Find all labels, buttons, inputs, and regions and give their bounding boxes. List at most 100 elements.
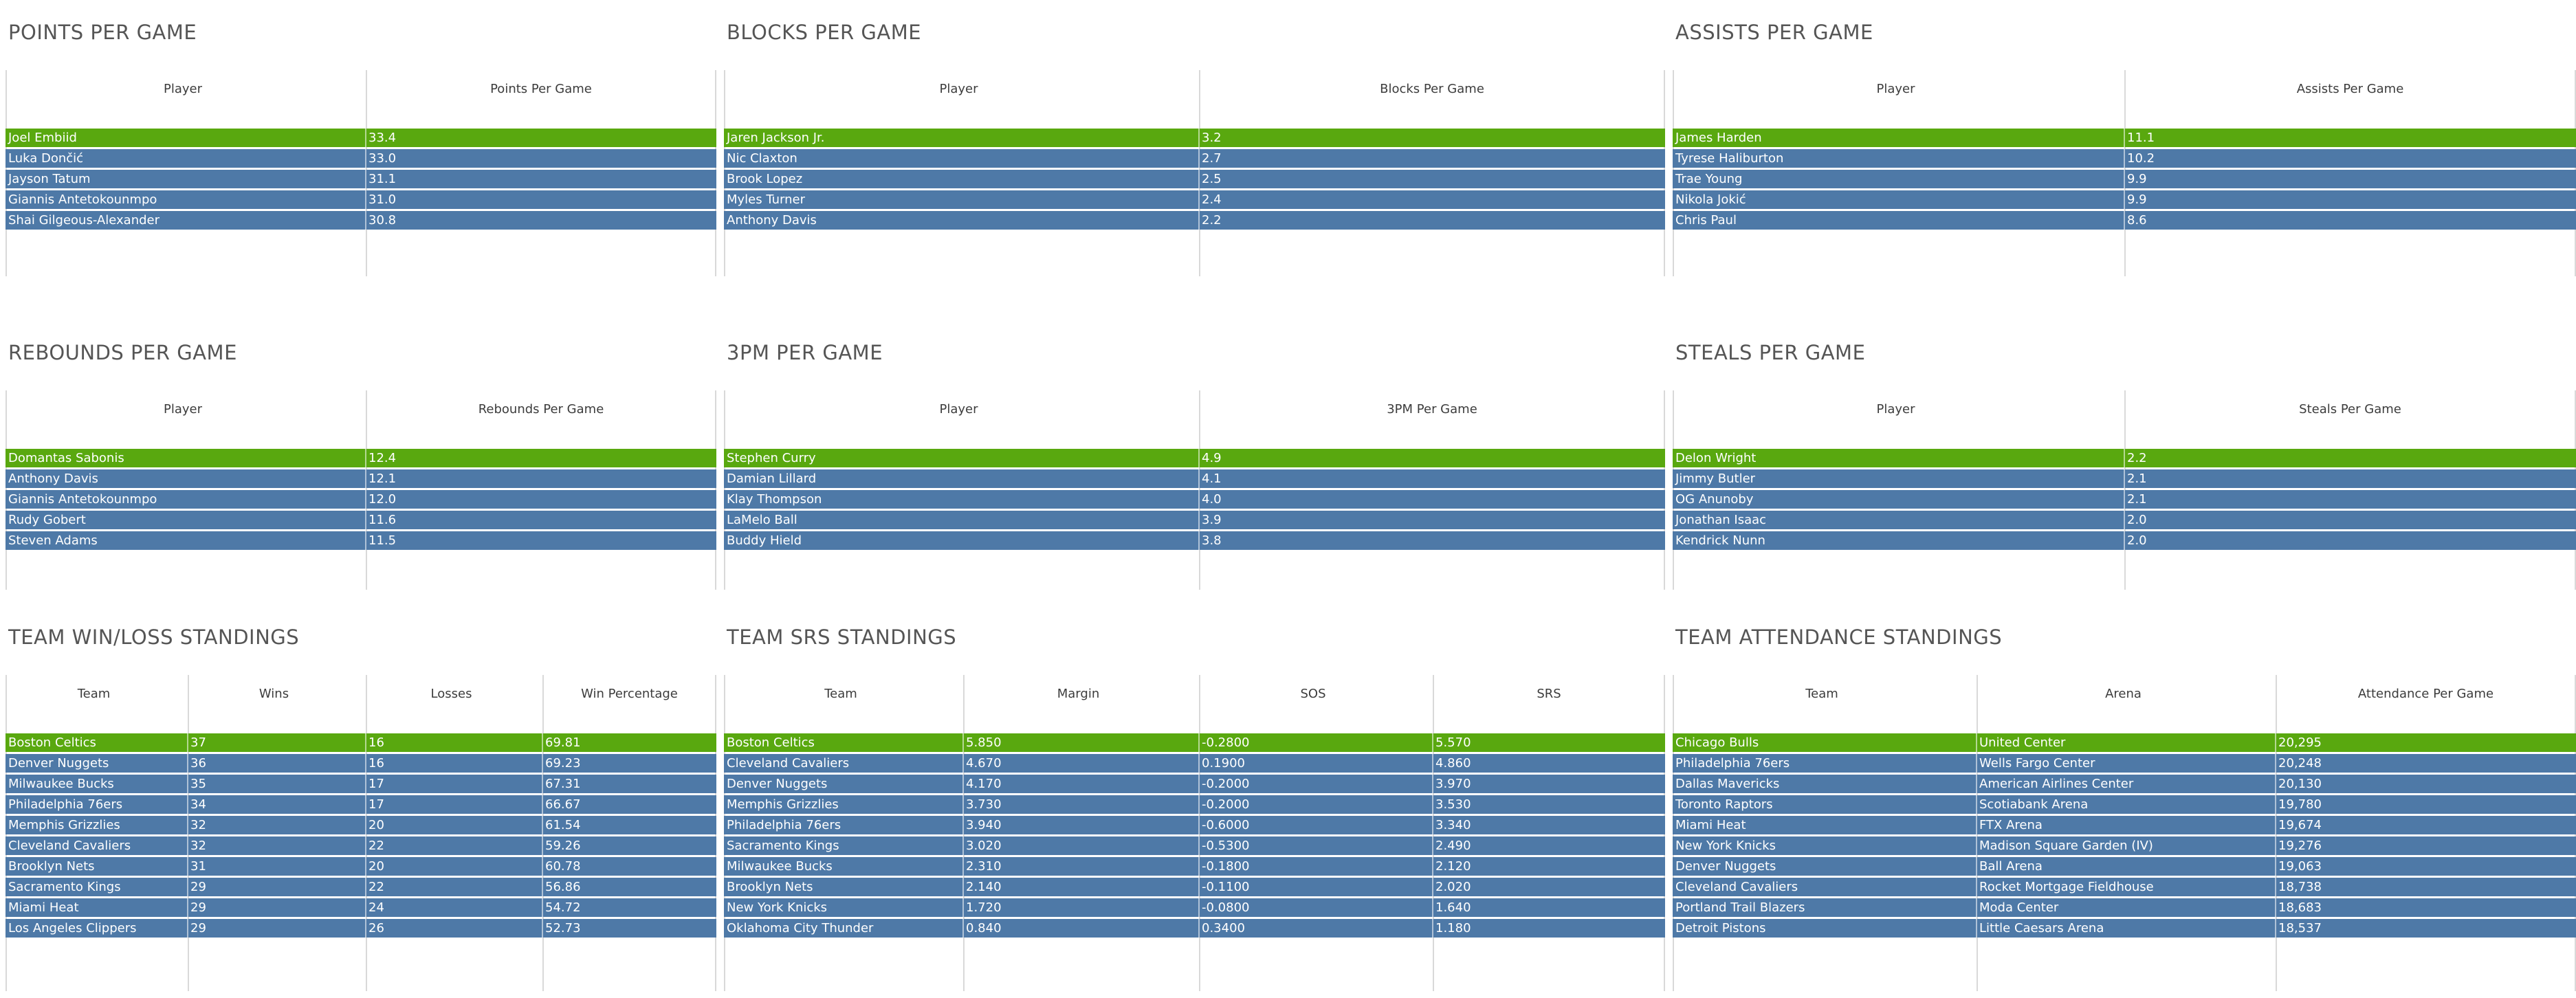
- table-row[interactable]: Buddy Hield 3.8: [724, 531, 1665, 550]
- cell-losses: 26: [368, 921, 384, 935]
- table-row[interactable]: Los Angeles Clippers 29 26 52.73: [5, 919, 716, 938]
- column-header-arena[interactable]: Arena: [1977, 685, 2270, 704]
- table-row-highlighted[interactable]: Joel Embiid 33.4: [5, 129, 716, 147]
- table-row[interactable]: Memphis Grizzlies 3.730 -0.2000 3.530: [724, 795, 1665, 814]
- table-row[interactable]: Klay Thompson 4.0: [724, 490, 1665, 509]
- table-row[interactable]: OG Anunoby 2.1: [1673, 490, 2576, 509]
- table-row[interactable]: Brooklyn Nets 2.140 -0.1100 2.020: [724, 878, 1665, 896]
- cell-separator: [1976, 919, 1977, 938]
- table-row[interactable]: Miami Heat FTX Arena 19,674: [1673, 816, 2576, 834]
- table-row[interactable]: Oklahoma City Thunder 0.840 0.3400 1.180: [724, 919, 1665, 938]
- table-row[interactable]: New York Knicks 1.720 -0.0800 1.640: [724, 898, 1665, 917]
- column-header-team[interactable]: Team: [724, 685, 958, 704]
- table-row-highlighted[interactable]: Jaren Jackson Jr. 3.2: [724, 129, 1665, 147]
- cell-player: Giannis Antetokounmpo: [8, 492, 157, 507]
- cell-losses: 22: [368, 839, 384, 853]
- column-header-sos[interactable]: SOS: [1199, 685, 1427, 704]
- table-row[interactable]: Milwaukee Bucks 2.310 -0.1800 2.120: [724, 857, 1665, 876]
- column-header-player[interactable]: Player: [1673, 80, 2119, 99]
- table-row-highlighted[interactable]: Stephen Curry 4.9: [724, 449, 1665, 467]
- column-header-3pm-per-game[interactable]: 3PM Per Game: [1199, 400, 1665, 419]
- cell-win-percentage: 60.78: [545, 859, 581, 874]
- table-row[interactable]: Chris Paul 8.6: [1673, 211, 2576, 230]
- cell-separator: [1976, 857, 1977, 876]
- table-row[interactable]: Damian Lillard 4.1: [724, 469, 1665, 488]
- cell-separator: [2124, 129, 2125, 147]
- column-header-blocks-per-game[interactable]: Blocks Per Game: [1199, 80, 1665, 99]
- column-header-player[interactable]: Player: [1673, 400, 2119, 419]
- cell-separator: [542, 898, 543, 917]
- column-header-rebounds-per-game[interactable]: Rebounds Per Game: [366, 400, 716, 419]
- table-row[interactable]: Shai Gilgeous-Alexander 30.8: [5, 211, 716, 230]
- table-row[interactable]: Dallas Mavericks American Airlines Center…: [1673, 775, 2576, 793]
- table-row[interactable]: LaMelo Ball 3.9: [724, 511, 1665, 529]
- table-row[interactable]: Nic Claxton 2.7: [724, 149, 1665, 168]
- table-row[interactable]: Anthony Davis 12.1: [5, 469, 716, 488]
- cell-arena: United Center: [1979, 735, 2066, 750]
- table-row[interactable]: Miami Heat 29 24 54.72: [5, 898, 716, 917]
- column-header-team[interactable]: Team: [1673, 685, 1971, 704]
- table-row[interactable]: Trae Young 9.9: [1673, 170, 2576, 188]
- table-row[interactable]: Cleveland Cavaliers Rocket Mortgage Field…: [1673, 878, 2576, 896]
- table-row[interactable]: Brook Lopez 2.5: [724, 170, 1665, 188]
- cell-separator: [1198, 857, 1200, 876]
- table-row-highlighted[interactable]: James Harden 11.1: [1673, 129, 2576, 147]
- column-header-win-percentage[interactable]: Win Percentage: [542, 685, 716, 704]
- cell-losses: 17: [368, 797, 384, 812]
- cell-win-percentage: 56.86: [545, 880, 581, 894]
- table-row[interactable]: Philadelphia 76ers 34 17 66.67: [5, 795, 716, 814]
- table-row[interactable]: Sacramento Kings 3.020 -0.5300 2.490: [724, 836, 1665, 855]
- cell-losses: 16: [368, 756, 384, 770]
- column-header-wins[interactable]: Wins: [188, 685, 360, 704]
- column-header-player[interactable]: Player: [724, 80, 1193, 99]
- table-row[interactable]: Jayson Tatum 31.1: [5, 170, 716, 188]
- table-row[interactable]: Memphis Grizzlies 32 20 61.54: [5, 816, 716, 834]
- column-header-player[interactable]: Player: [724, 400, 1193, 419]
- cell-win-percentage: 54.72: [545, 900, 581, 915]
- table-row[interactable]: Anthony Davis 2.2: [724, 211, 1665, 230]
- table-row[interactable]: Luka Dončić 33.0: [5, 149, 716, 168]
- column-header-player[interactable]: Player: [5, 400, 360, 419]
- column-header-losses[interactable]: Losses: [366, 685, 537, 704]
- table-row[interactable]: Jimmy Butler 2.1: [1673, 469, 2576, 488]
- column-header-points-per-game[interactable]: Points Per Game: [366, 80, 716, 99]
- column-header-assists-per-game[interactable]: Assists Per Game: [2124, 80, 2576, 99]
- table-row[interactable]: Jonathan Isaac 2.0: [1673, 511, 2576, 529]
- table-row[interactable]: Sacramento Kings 29 22 56.86: [5, 878, 716, 896]
- table-row[interactable]: Brooklyn Nets 31 20 60.78: [5, 857, 716, 876]
- cell-separator: [365, 211, 366, 230]
- table-row[interactable]: Portland Trail Blazers Moda Center 18,683: [1673, 898, 2576, 917]
- table-row[interactable]: Giannis Antetokounmpo 12.0: [5, 490, 716, 509]
- table-row-highlighted[interactable]: Delon Wright 2.2: [1673, 449, 2576, 467]
- table-row-highlighted[interactable]: Chicago Bulls United Center 20,295: [1673, 733, 2576, 752]
- column-header-margin[interactable]: Margin: [963, 685, 1193, 704]
- table-row[interactable]: New York Knicks Madison Square Garden (IV…: [1673, 836, 2576, 855]
- column-header-srs[interactable]: SRS: [1433, 685, 1665, 704]
- table-row[interactable]: Rudy Gobert 11.6: [5, 511, 716, 529]
- table-row-highlighted[interactable]: Boston Celtics 37 16 69.81: [5, 733, 716, 752]
- table-row[interactable]: Cleveland Cavaliers 4.670 0.1900 4.860: [724, 754, 1665, 773]
- table-row[interactable]: Denver Nuggets 36 16 69.23: [5, 754, 716, 773]
- table-row[interactable]: Detroit Pistons Little Caesars Arena 18,53…: [1673, 919, 2576, 938]
- column-header-attendance-per-game[interactable]: Attendance Per Game: [2276, 685, 2576, 704]
- table-row[interactable]: Philadelphia 76ers Wells Fargo Center 20,2…: [1673, 754, 2576, 773]
- panel-title: TEAM WIN/LOSS STANDINGS: [8, 625, 300, 649]
- table-row[interactable]: Tyrese Haliburton 10.2: [1673, 149, 2576, 168]
- table-row[interactable]: Milwaukee Bucks 35 17 67.31: [5, 775, 716, 793]
- table-row[interactable]: Denver Nuggets Ball Arena 19,063: [1673, 857, 2576, 876]
- table-row[interactable]: Nikola Jokić 9.9: [1673, 190, 2576, 209]
- column-header-player[interactable]: Player: [5, 80, 360, 99]
- table-row[interactable]: Giannis Antetokounmpo 31.0: [5, 190, 716, 209]
- table-row[interactable]: Toronto Raptors Scotiabank Arena 19,780: [1673, 795, 2576, 814]
- table-row[interactable]: Kendrick Nunn 2.0: [1673, 531, 2576, 550]
- table-row[interactable]: Denver Nuggets 4.170 -0.2000 3.970: [724, 775, 1665, 793]
- table-row[interactable]: Myles Turner 2.4: [724, 190, 1665, 209]
- table-row-highlighted[interactable]: Boston Celtics 5.850 -0.2800 5.570: [724, 733, 1665, 752]
- table-row[interactable]: Steven Adams 11.5: [5, 531, 716, 550]
- column-header-steals-per-game[interactable]: Steals Per Game: [2124, 400, 2576, 419]
- table-row[interactable]: Philadelphia 76ers 3.940 -0.6000 3.340: [724, 816, 1665, 834]
- table-row-highlighted[interactable]: Domantas Sabonis 12.4: [5, 449, 716, 467]
- column-header-team[interactable]: Team: [5, 685, 182, 704]
- table-row[interactable]: Cleveland Cavaliers 32 22 59.26: [5, 836, 716, 855]
- cell-separator: [962, 795, 964, 814]
